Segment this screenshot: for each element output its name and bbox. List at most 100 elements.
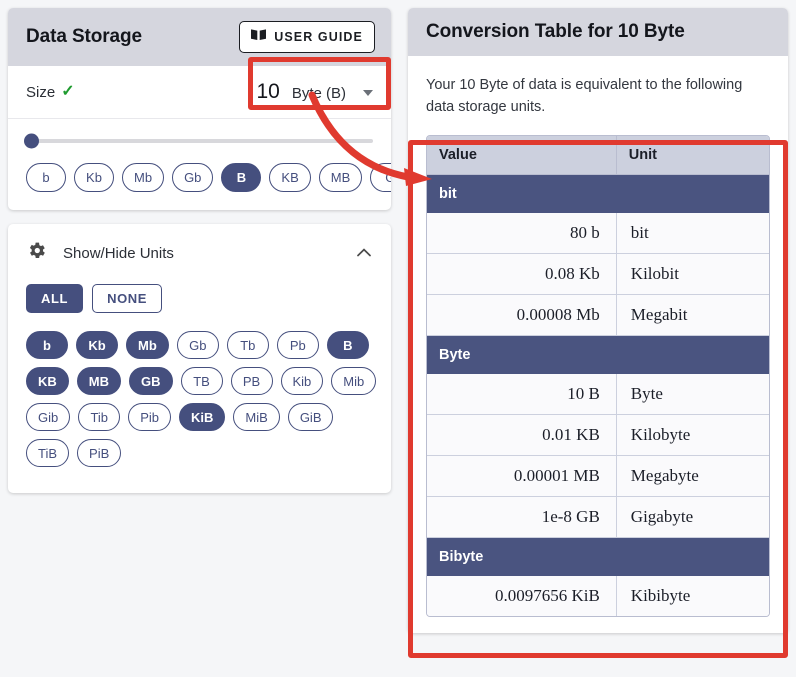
quick-unit-chip-strip[interactable]: b Kb Mb Gb B KB MB G (8, 149, 391, 210)
conversion-table: Value Unit bit 80 b bit 0.08 Kb Kilobit 0.000… (426, 134, 770, 617)
unit-toggle-Gb[interactable]: Gb (176, 331, 219, 359)
page-root: Data Storage USER GUIDE Size ✓ 10 Byte (… (0, 0, 796, 677)
size-label: Size (26, 83, 56, 101)
cell-value: 0.00001 MB (427, 455, 617, 497)
cell-value: 80 b (427, 212, 617, 254)
none-button[interactable]: NONE (92, 284, 163, 313)
cell-unit: Megabit (616, 294, 769, 336)
conversion-table-card: Conversion Table for 10 Byte Your 10 Byt… (408, 8, 788, 633)
quick-chip-Kb[interactable]: Kb (74, 163, 114, 192)
cell-unit: Byte (616, 373, 769, 415)
unit-toggle-GB[interactable]: GB (129, 367, 173, 395)
table-row: 80 b bit (427, 212, 769, 254)
unit-toggle-MiB[interactable]: MiB (233, 403, 280, 431)
chevron-up-icon[interactable] (355, 244, 373, 262)
show-hide-units-header[interactable]: Show/Hide Units (8, 224, 391, 276)
quick-chip-Gb[interactable]: Gb (172, 163, 214, 192)
quick-chip-G[interactable]: G (370, 163, 391, 192)
quick-chip-B[interactable]: B (221, 163, 262, 192)
table-row: 0.0097656 KiB Kibibyte (427, 575, 769, 616)
quick-chip-KB[interactable]: KB (269, 163, 311, 192)
group-label: Byte (427, 335, 769, 374)
table-header-row: Value Unit (427, 135, 769, 175)
unit-toggle-TiB[interactable]: TiB (26, 439, 70, 467)
conversion-description: Your 10 Byte of data is equivalent to th… (426, 77, 743, 116)
unit-toggle-Pib[interactable]: Pib (128, 403, 172, 431)
table-row: 1e-8 GB Gigabyte (427, 496, 769, 538)
cell-unit: Kilobyte (616, 414, 769, 456)
cell-value: 0.0097656 KiB (427, 575, 617, 616)
cell-unit: bit (616, 212, 769, 254)
show-hide-units-title: Show/Hide Units (63, 244, 174, 262)
unit-row: TiB PiB (26, 439, 373, 467)
cell-unit: Gigabyte (616, 496, 769, 538)
cell-value: 0.08 Kb (427, 253, 617, 295)
quick-chip-MB[interactable]: MB (318, 163, 363, 192)
conversion-table-title: Conversion Table for 10 Byte (426, 21, 685, 42)
table-group-row: Bibyte (427, 537, 769, 576)
unit-toggle-PiB[interactable]: PiB (77, 439, 122, 467)
quick-chip-Mb[interactable]: Mb (122, 163, 165, 192)
size-value-group[interactable]: 10 Byte (B) (256, 80, 373, 104)
table-row: 0.00001 MB Megabyte (427, 455, 769, 497)
check-icon: ✓ (61, 83, 75, 100)
group-label: Bibyte (427, 537, 769, 576)
unit-toggle-Pb[interactable]: Pb (276, 331, 319, 359)
unit-row: Gib Tib Pib KiB MiB GiB (26, 403, 373, 431)
unit-toggle-TB[interactable]: TB (180, 367, 223, 395)
unit-toggle-grid[interactable]: b Kb Mb Gb Tb Pb B KB MB GB TB PB Kib Mib Gib Tib Pib KiB… (8, 317, 391, 467)
slider-thumb[interactable] (24, 133, 39, 149)
size-label-group: Size ✓ (26, 84, 75, 101)
user-guide-button[interactable]: USER GUIDE (239, 21, 375, 53)
unit-toggle-b[interactable]: b (26, 331, 68, 359)
unit-toggle-PB[interactable]: PB (230, 367, 273, 395)
slider-track[interactable] (24, 133, 373, 149)
table-group-row: bit (427, 174, 769, 213)
unit-row: b Kb Mb Gb Tb Pb B (26, 331, 373, 359)
all-button[interactable]: ALL (26, 284, 84, 313)
chevron-down-icon[interactable] (363, 90, 373, 96)
gear-icon (26, 240, 47, 266)
data-storage-card: Data Storage USER GUIDE Size ✓ 10 Byte (… (8, 8, 391, 210)
data-storage-header: Data Storage USER GUIDE (8, 8, 391, 66)
table-row: 0.00008 Mb Megabit (427, 294, 769, 336)
cell-unit: Kilobit (616, 253, 769, 295)
cell-value: 10 B (427, 373, 617, 415)
unit-toggle-B[interactable]: B (326, 331, 369, 359)
unit-toggle-Mib[interactable]: Mib (331, 367, 377, 395)
table-row: 0.08 Kb Kilobit (427, 253, 769, 295)
unit-toggle-KB[interactable]: KB (26, 367, 69, 395)
unit-toggle-Tib[interactable]: Tib (78, 403, 121, 431)
unit-toggle-Mb[interactable]: Mb (126, 331, 169, 359)
column-header-value: Value (427, 135, 617, 175)
cell-value: 1e-8 GB (427, 496, 617, 538)
size-unit-select[interactable]: Byte (B) (292, 85, 346, 102)
unit-toggle-Gib[interactable]: Gib (26, 403, 71, 431)
size-input[interactable]: 10 (256, 80, 279, 104)
user-guide-label: USER GUIDE (274, 30, 363, 44)
cell-value: 0.00008 Mb (427, 294, 617, 336)
size-slider[interactable] (8, 119, 391, 149)
page-title: Data Storage (26, 26, 143, 47)
unit-toggle-Tb[interactable]: Tb (226, 331, 269, 359)
size-row: Size ✓ 10 Byte (B) (8, 66, 391, 119)
book-icon (250, 28, 267, 46)
table-group-row: Byte (427, 335, 769, 374)
unit-toggle-GiB[interactable]: GiB (287, 403, 334, 431)
quick-chip-b[interactable]: b (26, 163, 66, 192)
unit-toggle-Kb[interactable]: Kb (76, 331, 118, 359)
cell-unit: Megabyte (616, 455, 769, 497)
unit-toggle-MB[interactable]: MB (76, 367, 121, 395)
table-row: 10 B Byte (427, 373, 769, 415)
cell-value: 0.01 KB (427, 414, 617, 456)
show-hide-units-card: Show/Hide Units ALL NONE b Kb Mb Gb Tb Pb B KB M… (8, 224, 391, 493)
conversion-table-body: Your 10 Byte of data is equivalent to th… (408, 56, 788, 633)
conversion-table-header: Conversion Table for 10 Byte (408, 8, 788, 56)
table-row: 0.01 KB Kilobyte (427, 414, 769, 456)
left-column: Data Storage USER GUIDE Size ✓ 10 Byte (… (8, 8, 391, 493)
unit-toggle-KiB[interactable]: KiB (179, 403, 226, 431)
unit-toggle-Kib[interactable]: Kib (280, 367, 324, 395)
column-header-unit: Unit (616, 135, 769, 175)
group-label: bit (427, 174, 769, 213)
right-column: Conversion Table for 10 Byte Your 10 Byt… (408, 8, 788, 633)
